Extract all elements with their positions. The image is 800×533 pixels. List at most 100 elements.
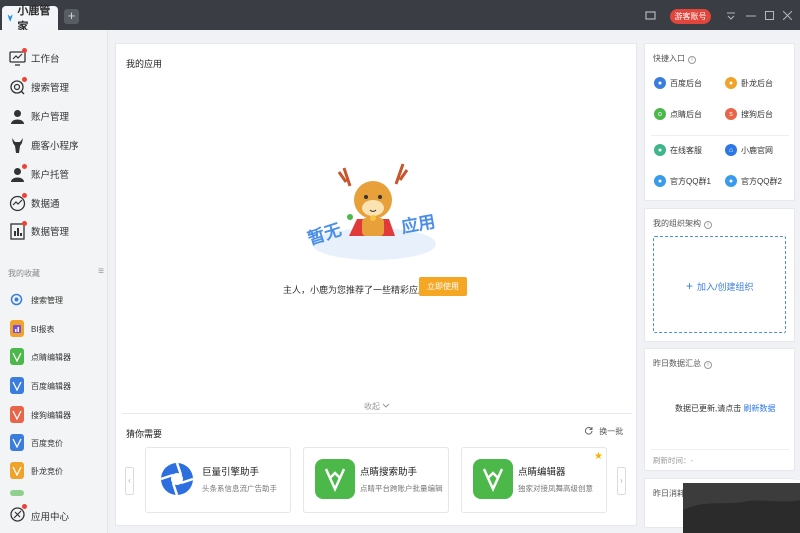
app-center-button[interactable]: 应用中心 — [0, 502, 108, 526]
quick-link-label: 卧龙后台 — [741, 78, 773, 88]
carousel-prev-button[interactable]: ‹ — [125, 467, 134, 495]
favorites-menu-icon[interactable]: ≡ — [98, 267, 104, 277]
baidu-editor-icon — [10, 377, 24, 394]
panel-title: 我的应用 — [126, 59, 163, 69]
refresh-data-link[interactable]: 刷新数据 — [743, 404, 775, 413]
quick-link-online-service[interactable]: ● 在线客服 — [654, 144, 702, 156]
dianjing-search-icon — [315, 459, 355, 499]
menu-dropdown-icon[interactable] — [726, 12, 736, 20]
sogou-icon: s — [725, 108, 737, 120]
favorite-item[interactable]: 搜索管理 — [0, 289, 108, 311]
quick-link-dianjing[interactable]: o 点睛后台 — [654, 108, 702, 120]
sidebar-item-label: 账户管理 — [31, 112, 70, 123]
quick-link-label: 官方QQ群2 — [741, 176, 782, 186]
info-icon[interactable]: i — [688, 56, 696, 64]
notification-dot — [22, 48, 27, 53]
app-card-desc: 独家对接凤舞高级创意 — [518, 484, 593, 493]
maximize-icon[interactable] — [765, 11, 774, 20]
overlay-graphic — [683, 480, 800, 533]
quick-link-label: 百度后台 — [670, 78, 702, 88]
qq-icon: ● — [725, 175, 737, 187]
wolong-bid-icon — [10, 462, 24, 479]
favorites-header: 我的收藏 ≡ — [8, 267, 104, 279]
sidebar-item-hosting[interactable]: 账户托管 — [0, 162, 108, 186]
refresh-batch-button[interactable]: 换一批 — [584, 426, 623, 437]
dianjing-icon: o — [654, 108, 666, 120]
favorite-label: 卧龙竞价 — [31, 467, 63, 476]
refresh-time-text: 刷新时间：- — [653, 456, 693, 465]
chat-service-icon: ● — [654, 144, 666, 156]
notification-dot — [22, 77, 27, 82]
quick-link-qq-group-2[interactable]: ● 官方QQ群2 — [725, 175, 782, 187]
sidebar-item-label: 数据通 — [31, 199, 60, 210]
data-updated-message: 数据已更新,请点击 刷新数据 — [675, 403, 775, 414]
sidebar-item-mini-program[interactable]: 鹿客小程序 — [0, 133, 108, 157]
sidebar-item-accounts[interactable]: 账户管理 — [0, 104, 108, 128]
favorite-item[interactable]: 搜狗编辑器 — [0, 404, 108, 426]
notification-dot — [22, 504, 27, 509]
guest-account-badge[interactable]: 游客账号 — [670, 9, 711, 24]
app-card-name: 巨量引擎助手 — [202, 467, 260, 478]
info-icon[interactable]: i — [704, 361, 712, 369]
favorite-item[interactable]: 点睛编辑器 — [0, 346, 108, 368]
qq-icon: ● — [654, 175, 666, 187]
panel-title: 我的组织架构 i — [653, 218, 712, 229]
add-tab-button[interactable]: + — [64, 9, 79, 24]
quick-link-label: 小鹿官网 — [741, 145, 773, 155]
quick-link-baidu[interactable]: ● 百度后台 — [654, 77, 702, 89]
app-card[interactable]: 点睛搜索助手 点睛平台跨账户批量编辑 — [303, 447, 449, 513]
app-card-name: 点睛搜索助手 — [360, 467, 418, 478]
favorite-item[interactable]: BI报表 — [0, 318, 108, 340]
sidebar-item-search[interactable]: 搜索管理 — [0, 75, 108, 99]
minimize-icon[interactable] — [746, 15, 756, 17]
sidebar-item-data-link[interactable]: 数据通 — [0, 191, 108, 215]
org-add-label: 加入/创建组织 — [697, 282, 754, 292]
partial-favorite-icon — [10, 490, 24, 496]
use-now-button[interactable]: 立即使用 — [419, 277, 467, 296]
quick-link-wolong[interactable]: ● 卧龙后台 — [725, 77, 773, 89]
notification-dot — [22, 164, 27, 169]
sidebar: 工作台 搜索管理 账户管理 鹿客小程序 账户托管 数据通 数据管理 我的收藏 ≡… — [0, 30, 108, 533]
app-card[interactable]: 点睛编辑器 独家对接凤舞高级创意 ★ — [461, 447, 607, 513]
info-icon[interactable]: i — [704, 221, 712, 229]
quick-links-panel: 快捷入口 i ● 百度后台 ● 卧龙后台 o 点睛后台 s 搜狗后台 ● 在线客服 ⌂ 小鹿官… — [644, 43, 795, 201]
deer-icon — [8, 136, 26, 154]
carousel-next-button[interactable]: › — [617, 467, 626, 495]
quick-link-sogou[interactable]: s 搜狗后台 — [725, 108, 773, 120]
panel-title: 昨日数据汇总 i — [653, 358, 712, 369]
app-card[interactable]: 巨量引擎助手 头条系信息流广告助手 — [145, 447, 291, 513]
guess-section-title: 猜你需要 — [126, 429, 163, 439]
favorite-label: BI报表 — [31, 325, 55, 334]
panel-title: 快捷入口 i — [653, 53, 696, 64]
star-icon[interactable]: ★ — [594, 451, 603, 462]
overlay-thumbnail — [683, 480, 800, 533]
dianjing-editor-icon — [10, 348, 24, 365]
notification-dot — [22, 193, 27, 198]
quick-link-qq-group-1[interactable]: ● 官方QQ群1 — [654, 175, 711, 187]
app-center-label: 应用中心 — [31, 512, 70, 523]
baidu-paw-icon: ● — [654, 77, 666, 89]
close-icon[interactable] — [783, 11, 792, 20]
plus-icon: + — [686, 279, 694, 293]
favorite-item[interactable]: 百度编辑器 — [0, 375, 108, 397]
chevron-left-icon: ‹ — [128, 476, 131, 485]
app-tab[interactable]: 小鹿管家 — [2, 5, 58, 33]
quick-link-official-site[interactable]: ⌂ 小鹿官网 — [725, 144, 773, 156]
favorite-label: 百度编辑器 — [31, 382, 71, 391]
sidebar-item-data-management[interactable]: 数据管理 — [0, 219, 108, 243]
divider — [122, 413, 632, 414]
favorite-label: 搜索管理 — [31, 296, 63, 305]
bi-report-icon — [10, 320, 24, 337]
screen-icon[interactable] — [645, 11, 656, 21]
collapse-toggle[interactable]: 收起 — [364, 401, 390, 412]
join-create-org-button[interactable]: + 加入/创建组织 — [653, 236, 786, 333]
sidebar-item-label: 搜索管理 — [31, 83, 70, 94]
favorite-item[interactable]: 百度竞价 — [0, 432, 108, 454]
app-card-desc: 点睛平台跨账户批量编辑 — [360, 484, 443, 493]
divider — [651, 449, 789, 450]
data-updated-text: 数据已更新,请点击 — [675, 404, 742, 413]
favorite-item[interactable]: 卧龙竞价 — [0, 460, 108, 482]
sidebar-item-workbench[interactable]: 工作台 — [0, 46, 108, 70]
refresh-icon — [584, 426, 593, 435]
home-icon: ⌂ — [725, 144, 737, 156]
